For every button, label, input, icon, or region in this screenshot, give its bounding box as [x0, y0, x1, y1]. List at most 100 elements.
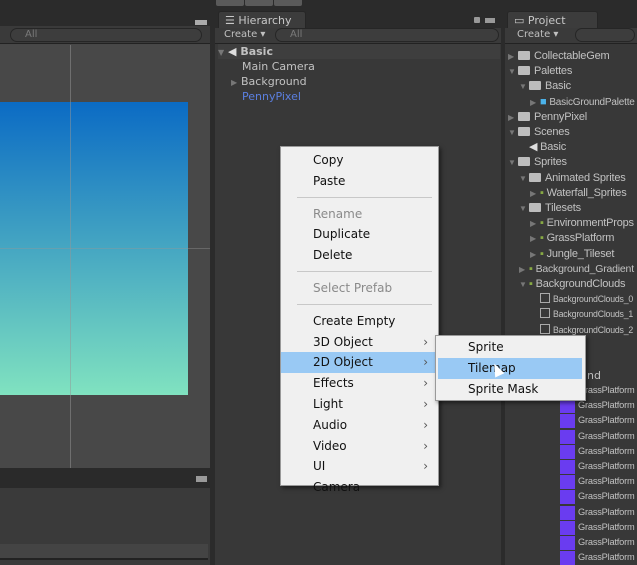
expand-triangle-icon[interactable]: ▶: [530, 231, 540, 246]
lock-icon[interactable]: [474, 17, 480, 23]
menu-item-duplicate[interactable]: Duplicate: [281, 224, 438, 245]
menu-item-camera[interactable]: Camera: [281, 477, 438, 498]
project-item[interactable]: GrassPlatform: [578, 520, 635, 535]
project-item[interactable]: ▶ ▪ Jungle_Tileset: [530, 247, 614, 262]
tab-project[interactable]: ▭ Project: [507, 11, 598, 29]
tile-sprite-icon: [560, 475, 575, 490]
project-item[interactable]: GrassPlatform: [578, 383, 635, 398]
expand-triangle-icon[interactable]: ▶: [508, 110, 518, 125]
scene-root[interactable]: ▼ ◀ Basic: [218, 44, 500, 59]
expand-triangle-icon[interactable]: ▼: [508, 155, 518, 170]
menu-item-paste[interactable]: Paste: [281, 171, 438, 192]
menu-item-label: Duplicate: [313, 227, 371, 242]
project-item[interactable]: GrassPlatform: [578, 505, 635, 520]
project-item[interactable]: ▶ ■ BasicGroundPalette: [530, 95, 635, 110]
project-item[interactable]: ▼ Scenes: [508, 125, 570, 140]
project-item[interactable]: ▼ Sprites: [508, 155, 567, 170]
project-item[interactable]: ▼ Animated Sprites: [519, 171, 626, 186]
expand-triangle-icon[interactable]: ▼: [519, 201, 529, 216]
menu-item-video[interactable]: Video ›: [281, 436, 438, 457]
item-label: Basic: [540, 141, 567, 154]
expand-triangle-icon[interactable]: ▼: [519, 79, 529, 94]
pause-button[interactable]: [245, 0, 273, 6]
project-item[interactable]: BackgroundClouds_1: [530, 307, 633, 322]
project-item[interactable]: GrassPlatform: [578, 489, 635, 504]
project-item[interactable]: ▼ Palettes: [508, 64, 572, 79]
project-item[interactable]: ▶ CollectableGem: [508, 49, 610, 64]
expand-triangle-icon[interactable]: ▼: [519, 171, 529, 186]
menu-item-tilemap[interactable]: Tilemap: [438, 357, 582, 379]
hierarchy-item[interactable]: Main Camera: [242, 59, 315, 74]
menu-item-rename: Rename: [281, 204, 438, 225]
expand-triangle-icon[interactable]: ▼: [508, 125, 518, 140]
project-item[interactable]: GrassPlatform: [578, 535, 635, 550]
project-item[interactable]: BackgroundClouds_0: [530, 292, 633, 307]
project-item[interactable]: GrassPlatform: [578, 459, 635, 474]
play-button[interactable]: [216, 0, 244, 6]
menu-item-sprite[interactable]: Sprite: [438, 337, 582, 358]
item-label: Background_Gradient: [535, 262, 635, 275]
hierarchy-item[interactable]: ▶ Background: [231, 74, 307, 89]
project-item[interactable]: GrassPlatform: [578, 550, 635, 565]
step-button[interactable]: [274, 0, 302, 6]
expand-triangle-icon[interactable]: ▶: [530, 216, 540, 231]
tile-icon: [540, 308, 550, 319]
project-item[interactable]: ▼ ▪ BackgroundClouds: [519, 277, 626, 292]
panel-menu-icon[interactable]: [485, 18, 495, 23]
item-label: BackgroundClouds_1: [553, 309, 634, 320]
expand-triangle-icon[interactable]: ▼: [218, 45, 228, 60]
scene-search-input[interactable]: All: [10, 28, 202, 42]
project-item[interactable]: ▶ ▪ Background_Gradient: [519, 262, 634, 277]
project-item[interactable]: ◀ Basic: [519, 140, 566, 155]
expand-triangle-icon[interactable]: ▶: [231, 75, 241, 90]
sprite-icon: ▪: [540, 186, 544, 199]
menu-item-label: Video: [313, 438, 347, 453]
project-item[interactable]: ▼ Tilesets: [519, 201, 581, 216]
bottom-bar: [0, 544, 208, 560]
menu-item-create-empty[interactable]: Create Empty: [281, 311, 438, 332]
panel-menu-icon[interactable]: [195, 20, 207, 25]
menu-item-label: UI: [313, 459, 326, 474]
folder-icon: [518, 111, 530, 121]
expand-triangle-icon[interactable]: ▶: [508, 49, 518, 64]
project-item[interactable]: ▶ ▪ GrassPlatform: [530, 231, 614, 246]
project-item[interactable]: GrassPlatform: [578, 413, 635, 428]
project-item[interactable]: GrassPlatform: [578, 444, 635, 459]
sprite-icon: ▪: [529, 278, 533, 290]
menu-item-3d-object[interactable]: 3D Object ›: [281, 332, 438, 353]
menu-item-audio[interactable]: Audio ›: [281, 415, 438, 436]
menu-item-effects[interactable]: Effects ›: [281, 373, 438, 394]
menu-item-2d-object[interactable]: 2D Object ›: [281, 352, 438, 374]
project-search-input[interactable]: [575, 28, 635, 42]
search-placeholder: All: [25, 29, 38, 40]
menu-item-label: Copy: [313, 153, 344, 167]
hierarchy-search-input[interactable]: All: [275, 28, 499, 42]
menu-item-sprite-mask[interactable]: Sprite Mask: [438, 379, 582, 400]
project-create-button[interactable]: Create ▾: [517, 29, 558, 40]
sprite-icon: ▪: [529, 262, 533, 275]
panel-menu-icon[interactable]: [196, 476, 207, 482]
tab-hierarchy[interactable]: ☰ Hierarchy: [218, 11, 306, 29]
project-item[interactable]: ▶ ▪ Waterfall_Sprites: [530, 186, 627, 201]
project-item[interactable]: GrassPlatform: [578, 474, 635, 489]
expand-triangle-icon[interactable]: ▶: [530, 95, 540, 110]
scene-view[interactable]: [0, 45, 210, 468]
item-label: EnvironmentProps: [546, 217, 634, 230]
expand-triangle-icon[interactable]: ▼: [508, 64, 518, 79]
menu-item-ui[interactable]: UI ›: [281, 456, 438, 477]
hierarchy-item[interactable]: PennyPixel: [242, 89, 301, 104]
project-item[interactable]: GrassPlatform: [578, 398, 635, 413]
menu-item-light[interactable]: Light ›: [281, 394, 438, 415]
expand-triangle-icon[interactable]: ▶: [530, 247, 540, 262]
hierarchy-create-button[interactable]: Create ▾: [224, 29, 265, 40]
submenu-2d-object: Sprite Tilemap Sprite Mask: [435, 335, 586, 401]
project-item[interactable]: ▶ ▪ EnvironmentProps: [530, 216, 634, 231]
menu-item-copy[interactable]: Copy: [281, 150, 438, 171]
menu-item-delete[interactable]: Delete: [281, 245, 438, 266]
project-item[interactable]: ▶ PennyPixel: [508, 110, 587, 125]
project-item[interactable]: ▼ Basic: [519, 79, 571, 94]
project-item[interactable]: GrassPlatform: [578, 429, 635, 444]
expand-triangle-icon[interactable]: ▶: [519, 262, 529, 277]
expand-triangle-icon[interactable]: ▼: [519, 277, 529, 292]
expand-triangle-icon[interactable]: ▶: [530, 186, 540, 201]
